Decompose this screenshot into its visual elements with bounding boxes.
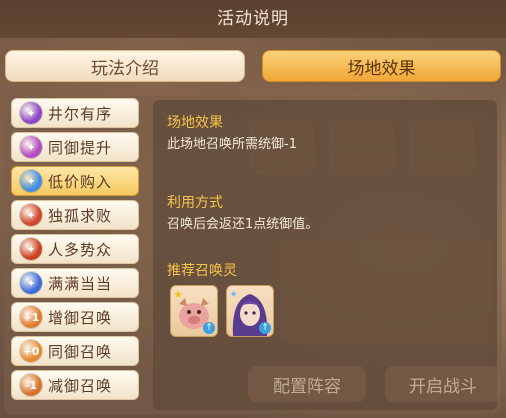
sidebar-item-label: 独孤求败: [48, 206, 113, 225]
red-flame-icon: ✦: [20, 204, 42, 226]
sidebar-item-label: 增御召唤: [48, 308, 113, 327]
sidebar-item-label: 同御召唤: [48, 342, 113, 361]
purple-spiral-icon: ✦: [20, 102, 42, 124]
page-title: 活动说明: [217, 9, 289, 29]
sidebar-item-label: 满满当当: [48, 274, 113, 293]
magic-icon: ✦: [229, 288, 239, 301]
usage-body: 召唤后会返还1点统御值。: [167, 217, 319, 232]
summon-card-girl[interactable]: ✦ ↑: [226, 285, 274, 337]
plus-one-icon: +1: [20, 306, 42, 328]
sidebar-item[interactable]: ✦ 独孤求败: [11, 200, 139, 230]
sidebar-item[interactable]: ✦ 低价购入: [11, 166, 139, 196]
summon-card-pig[interactable]: ★ ↑: [170, 285, 218, 337]
blue-orb-icon: ✦: [20, 272, 42, 294]
tab-gameplay-intro[interactable]: 玩法介绍: [5, 50, 245, 82]
purple-gem-icon: ✦: [20, 136, 42, 158]
effect-title: 场地效果: [167, 115, 223, 131]
sidebar-item[interactable]: +1 增御召唤: [11, 302, 139, 332]
sidebar-item-label: 低价购入: [48, 172, 113, 191]
sidebar-item-label: 人多势众: [48, 240, 113, 259]
upgrade-arrow-icon: ↑: [259, 322, 271, 334]
recommend-title: 推荐召唤灵: [167, 263, 237, 279]
red-crowd-icon: ✦: [20, 238, 42, 260]
plus-zero-icon: +0: [20, 340, 42, 362]
blue-crystal-icon: ✦: [20, 170, 42, 192]
sidebar-item[interactable]: -1 减御召唤: [11, 370, 139, 400]
sidebar-item[interactable]: ✦ 满满当当: [11, 268, 139, 298]
star-icon: ★: [173, 288, 183, 301]
tab-field-effect[interactable]: 场地效果: [262, 50, 501, 82]
sidebar-item[interactable]: ✦ 人多势众: [11, 234, 139, 264]
sidebar-item[interactable]: +0 同御召唤: [11, 336, 139, 366]
start-battle-button[interactable]: 开启战斗: [385, 366, 501, 402]
usage-title: 利用方式: [167, 195, 223, 211]
sidebar-item-label: 减御召唤: [48, 376, 113, 395]
sidebar-item[interactable]: ✦ 井尔有序: [11, 98, 139, 128]
sidebar-item-label: 同御提升: [48, 138, 113, 157]
sidebar-item[interactable]: ✦ 同御提升: [11, 132, 139, 162]
sidebar-item-label: 井尔有序: [48, 104, 113, 123]
upgrade-arrow-icon: ↑: [203, 322, 215, 334]
effect-body: 此场地召唤所需统御-1: [167, 137, 297, 152]
minus-one-icon: -1: [20, 374, 42, 396]
configure-lineup-button[interactable]: 配置阵容: [248, 366, 366, 402]
